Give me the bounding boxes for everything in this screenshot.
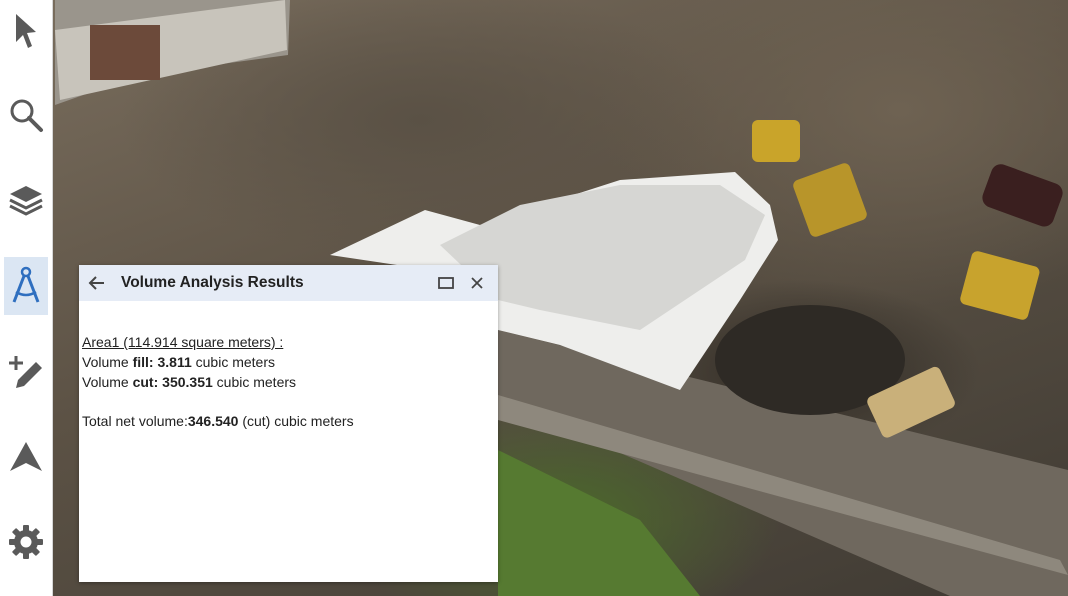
select-tool-button[interactable] xyxy=(4,2,48,60)
close-icon xyxy=(471,277,483,289)
left-toolbar xyxy=(0,0,53,596)
vehicle-loader-3 xyxy=(960,251,1040,320)
settings-gear-icon xyxy=(9,525,43,559)
vehicle-car xyxy=(982,164,1063,227)
vehicle-loader-2 xyxy=(793,163,867,237)
results-body: Area1 (114.914 square meters) : Volume f… xyxy=(82,332,492,431)
select-arrow-icon xyxy=(16,14,36,48)
measure-tool-button[interactable] xyxy=(4,257,48,315)
fill-volume-line: Volume fill: 3.811 cubic meters xyxy=(82,352,492,372)
fill-label: fill: xyxy=(132,354,154,370)
volume-analysis-panel: Volume Analysis Results Area1 (114.914 s… xyxy=(79,265,498,582)
panel-header: Volume Analysis Results xyxy=(79,265,498,301)
maximize-icon xyxy=(438,277,454,289)
back-arrow-icon xyxy=(88,276,104,290)
add-edit-pencil-icon xyxy=(9,356,42,388)
back-button[interactable] xyxy=(87,273,107,293)
close-button[interactable] xyxy=(468,274,486,292)
measure-compass-icon xyxy=(12,266,40,303)
panel-title: Volume Analysis Results xyxy=(121,274,304,291)
fill-value: 3.811 xyxy=(157,354,192,370)
search-tool-button[interactable] xyxy=(4,86,48,144)
search-icon xyxy=(10,99,43,132)
maximize-button[interactable] xyxy=(437,274,455,292)
layers-tool-button[interactable] xyxy=(4,172,48,230)
building-window xyxy=(90,25,160,80)
layers-icon xyxy=(9,186,43,216)
fill-unit: cubic meters xyxy=(191,354,275,370)
navigation-tool-button[interactable] xyxy=(4,428,48,486)
cut-volume-line: Volume cut: 350.351 cubic meters xyxy=(82,372,492,392)
net-volume-line: Total net volume:346.540 (cut) cubic met… xyxy=(82,411,492,431)
cut-prefix: Volume xyxy=(82,374,133,390)
cut-unit: cubic meters xyxy=(212,374,297,390)
cut-label: cut: xyxy=(132,374,159,390)
net-value: 346.540 xyxy=(187,413,239,429)
settings-tool-button[interactable] xyxy=(4,513,48,571)
vehicle-loader-1 xyxy=(752,120,800,162)
area-link[interactable]: Area1 (114.914 square meters) : xyxy=(82,334,283,350)
cut-value: 350.351 xyxy=(162,374,213,390)
net-label: Total net volume: xyxy=(82,413,188,429)
fill-prefix: Volume xyxy=(82,354,133,370)
navigation-arrow-icon xyxy=(10,442,42,471)
add-edit-tool-button[interactable] xyxy=(4,343,48,401)
net-suffix: (cut) cubic meters xyxy=(238,413,354,429)
